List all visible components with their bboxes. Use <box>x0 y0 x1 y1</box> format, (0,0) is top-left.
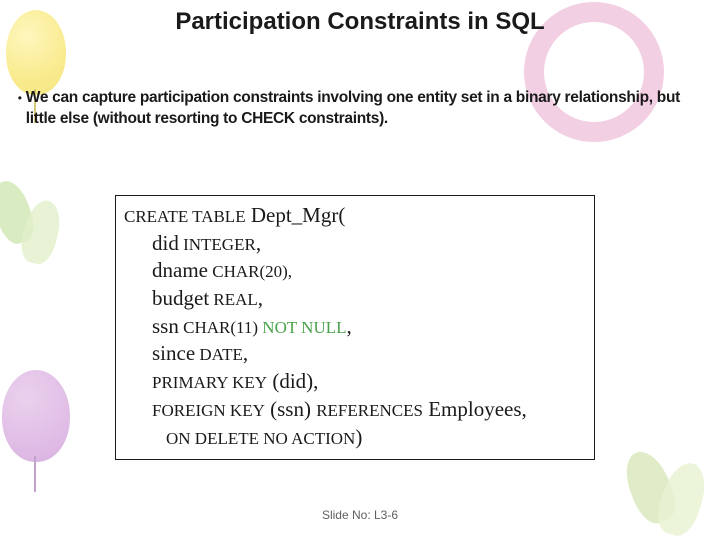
ref-table: Employees, <box>423 397 527 421</box>
slide-footer: Slide No: L3-6 <box>0 508 720 522</box>
bullet-text: We can capture participation constraints… <box>26 88 694 130</box>
type-integer: INTEGER <box>179 235 256 254</box>
comma: , <box>347 314 352 338</box>
code-line-9: ON DELETE NO ACTION) <box>124 424 586 452</box>
code-line-4: budget REAL, <box>124 285 586 313</box>
col-since: since <box>152 341 195 365</box>
comma: , <box>258 286 263 310</box>
code-line-1: CREATE TABLE Dept_Mgr( <box>124 202 586 230</box>
code-line-7: PRIMARY KEY (did), <box>124 368 586 396</box>
table-name: Dept_Mgr( <box>246 203 346 227</box>
comma: , <box>256 231 261 255</box>
kw-not-null: NOT NULL <box>262 318 346 337</box>
type-real: REAL <box>209 290 258 309</box>
code-line-3: dname CHAR(20), <box>124 257 586 285</box>
kw-foreign-key: FOREIGN KEY <box>152 401 265 420</box>
type-char11: CHAR(11) <box>179 318 262 337</box>
kw-on-delete: ON DELETE NO ACTION <box>166 429 355 448</box>
col-did: did <box>152 231 179 255</box>
type-date: DATE <box>195 345 243 364</box>
code-line-2: did INTEGER, <box>124 230 586 258</box>
col-budget: budget <box>152 286 209 310</box>
kw-references: REFERENCES <box>316 401 423 420</box>
kw-create-table: CREATE TABLE <box>124 207 246 226</box>
close-paren: ) <box>355 425 362 449</box>
comma: , <box>243 341 248 365</box>
code-line-8: FOREIGN KEY (ssn) REFERENCES Employees, <box>124 396 586 424</box>
col-dname: dname <box>152 258 208 282</box>
pk-cols: (did), <box>267 369 318 393</box>
code-line-6: since DATE, <box>124 340 586 368</box>
kw-primary-key: PRIMARY KEY <box>152 373 267 392</box>
col-ssn: ssn <box>152 314 179 338</box>
type-char20: CHAR(20), <box>208 262 292 281</box>
sql-code-block: CREATE TABLE Dept_Mgr( did INTEGER, dnam… <box>115 195 595 460</box>
bullet-item: • We can capture participation constrain… <box>14 88 694 130</box>
decoration-balloon-purple <box>2 370 70 462</box>
decoration-leaves-left <box>0 170 64 290</box>
bullet-marker: • <box>14 88 26 108</box>
slide-title: Participation Constraints in SQL <box>0 8 720 36</box>
code-line-5: ssn CHAR(11) NOT NULL, <box>124 313 586 341</box>
fk-cols: (ssn) <box>265 397 316 421</box>
